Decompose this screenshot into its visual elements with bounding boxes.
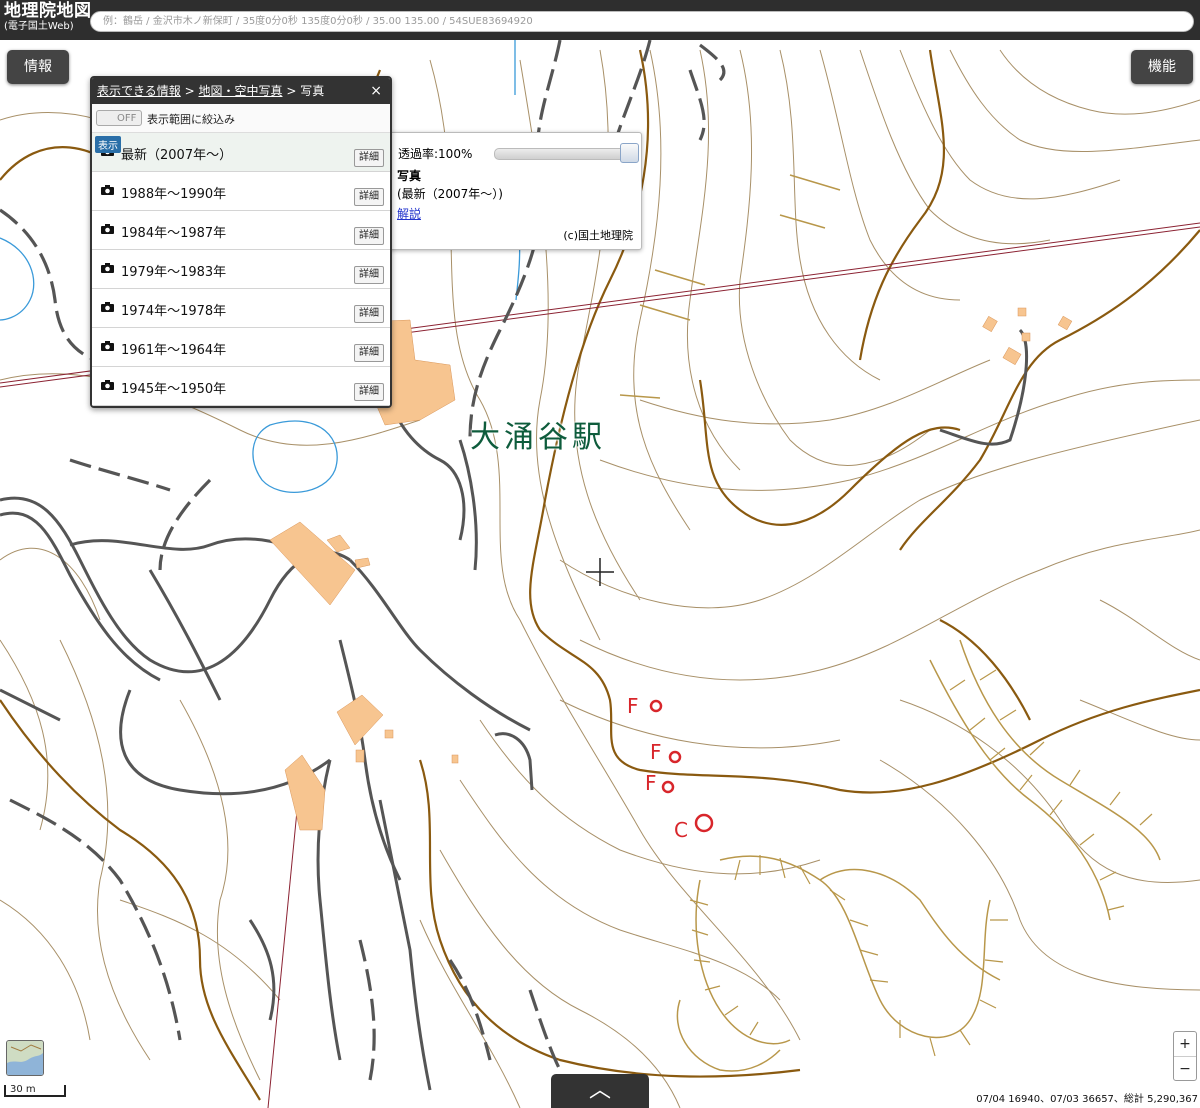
layer-name: (最新（2007年〜）): [397, 187, 503, 201]
top-bar: 地理院地図 (電子国土Web) 例：鶴岳 / 金沢市木ノ新保町 / 35度0分0…: [0, 0, 1200, 40]
close-icon[interactable]: ×: [370, 78, 382, 104]
transparency-label: 透過率:100%: [398, 147, 473, 161]
breadcrumb-separator: >: [286, 84, 297, 98]
layer-item-label: 1961年〜1964年: [121, 343, 227, 358]
functions-button[interactable]: 機能: [1131, 50, 1193, 84]
search-input[interactable]: 例：鶴岳 / 金沢市木ノ新保町 / 35度0分0秒 135度0分0秒 / 35.…: [90, 11, 1194, 32]
scale-bar: 30 m: [4, 1083, 66, 1099]
camera-icon: [101, 224, 114, 234]
detail-button[interactable]: 詳細: [354, 149, 384, 167]
camera-icon: [101, 263, 114, 273]
app-logo[interactable]: 地理院地図 (電子国土Web): [4, 3, 92, 32]
marker-circles: [649, 699, 714, 833]
zoom-in-button[interactable]: +: [1174, 1032, 1196, 1057]
crosshair: [586, 558, 614, 586]
layer-item-1961[interactable]: 1961年〜1964年 詳細: [92, 328, 390, 367]
credit-text: (c)国土地理院: [563, 229, 633, 242]
marker-label-f2: F: [650, 740, 662, 764]
layer-item-label: 1979年〜1983年: [121, 265, 227, 280]
layer-item-label: 最新（2007年〜）: [121, 148, 233, 163]
detail-button[interactable]: 詳細: [354, 227, 384, 245]
layer-panel: 表示できる情報 > 地図・空中写真 > 写真 × OFF 表示範囲に絞込み 表示…: [90, 76, 392, 408]
breadcrumb-maps-photos[interactable]: 地図・空中写真: [198, 84, 282, 98]
cliff-ticks: [689, 669, 1153, 1057]
station-label: 大涌谷駅: [470, 420, 606, 455]
detail-button[interactable]: 詳細: [354, 383, 384, 401]
layer-item-1945[interactable]: 1945年〜1950年 詳細: [92, 367, 390, 406]
breadcrumb-photos: 写真: [300, 84, 325, 98]
camera-icon: [101, 341, 114, 351]
detail-button[interactable]: 詳細: [354, 305, 384, 323]
camera-icon: [101, 380, 114, 390]
scale-label: 30 m: [10, 1084, 36, 1095]
layer-item-label: 1974年〜1978年: [121, 304, 227, 319]
breadcrumb-separator: >: [184, 84, 195, 98]
panel-header: 表示できる情報 > 地図・空中写真 > 写真 ×: [92, 78, 390, 104]
filter-row: OFF 表示範囲に絞込み: [92, 104, 390, 133]
minimap-thumbnail[interactable]: [6, 1040, 44, 1076]
detail-button[interactable]: 詳細: [354, 344, 384, 362]
layer-item-label: 1945年〜1950年: [121, 382, 227, 397]
slider-handle[interactable]: [620, 143, 639, 163]
camera-icon: [101, 185, 114, 195]
marker-label-c: C: [674, 818, 688, 842]
marker-label-f3: F: [645, 771, 657, 795]
expand-button[interactable]: ︿: [551, 1074, 649, 1108]
layer-item-1984[interactable]: 1984年〜1987年 詳細: [92, 211, 390, 250]
breadcrumb-available-info[interactable]: 表示できる情報: [97, 84, 181, 98]
explanation-link[interactable]: 解説: [397, 205, 421, 222]
info-button[interactable]: 情報: [7, 50, 69, 84]
layer-item-label: 1988年〜1990年: [121, 187, 227, 202]
opacity-popup: 透過率:100% 写真 (最新（2007年〜）) 解説 (c)国土地理院: [386, 132, 642, 250]
map-thumbnail-icon: [7, 1041, 43, 1075]
layer-title: 写真: [397, 169, 422, 183]
logo-title: 地理院地図: [4, 1, 92, 21]
filter-label: 表示範囲に絞込み: [147, 113, 235, 126]
zoom-out-button[interactable]: −: [1174, 1057, 1196, 1081]
cliff-symbols: [619, 174, 1161, 1072]
transparency-slider[interactable]: [494, 148, 630, 160]
layer-item-latest[interactable]: 最新（2007年〜） 詳細: [92, 133, 390, 172]
camera-icon: [101, 302, 114, 312]
layer-item-label: 1984年〜1987年: [121, 226, 227, 241]
layer-item-1979[interactable]: 1979年〜1983年 詳細: [92, 250, 390, 289]
marker-label-f1: F: [627, 694, 639, 718]
detail-button[interactable]: 詳細: [354, 188, 384, 206]
layer-item-1988[interactable]: 1988年〜1990年 詳細: [92, 172, 390, 211]
zoom-control: + −: [1173, 1031, 1197, 1081]
layer-item-1974[interactable]: 1974年〜1978年 詳細: [92, 289, 390, 328]
logo-subtitle: (電子国土Web): [4, 21, 74, 32]
filter-toggle[interactable]: OFF: [96, 110, 142, 126]
access-counter: 07/04 16940、07/03 36657、総計 5,290,367: [974, 1090, 1200, 1105]
detail-button[interactable]: 詳細: [354, 266, 384, 284]
shown-badge: 表示: [95, 136, 121, 153]
